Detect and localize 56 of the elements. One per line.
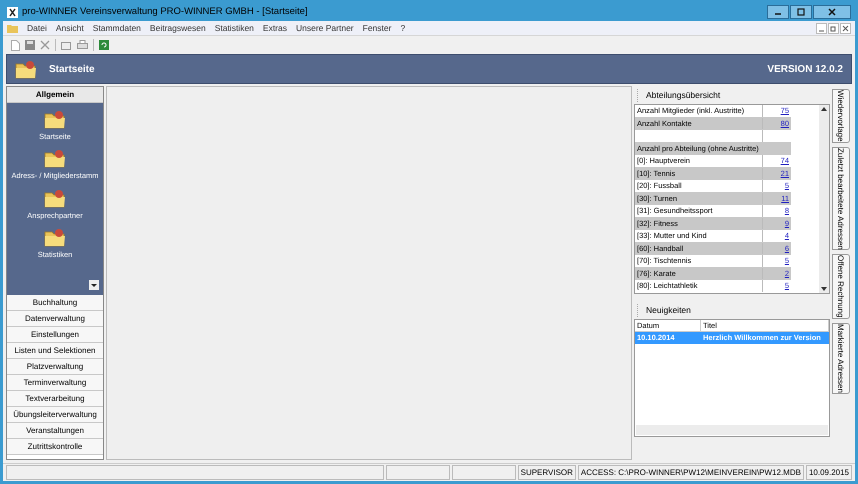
sidebar-section[interactable]: Zutrittskontrolle [7, 439, 103, 455]
side-tab[interactable]: Markierte Adressen [832, 323, 850, 394]
scrollbar[interactable] [819, 104, 829, 293]
minimize-icon[interactable] [816, 22, 827, 34]
status-panel [386, 465, 450, 480]
close-icon[interactable] [840, 22, 851, 34]
sidebar-section[interactable]: Platzverwaltung [7, 359, 103, 375]
sidebar-section[interactable]: Datenverwaltung [7, 311, 103, 327]
side-tab[interactable]: Zuletzt bearbeitete Adressen [832, 146, 850, 250]
version-label: VERSION 12.0.2 [767, 62, 843, 76]
page-title: Startseite [49, 62, 95, 76]
sidebar-section[interactable]: Buchhaltung [7, 295, 103, 311]
menu-item[interactable]: Extras [262, 22, 287, 34]
folder-icon [44, 109, 66, 129]
sidebar-section[interactable]: Textverarbeitung [7, 391, 103, 407]
status-panel [452, 465, 516, 480]
horizontal-scrollbar[interactable] [636, 424, 828, 434]
save-icon[interactable] [25, 40, 35, 50]
side-tab[interactable]: Offene Rechnung [832, 254, 850, 319]
folder-icon [15, 59, 37, 79]
sidebar-section[interactable]: Veranstaltungen [7, 423, 103, 439]
printer-icon[interactable] [77, 40, 88, 50]
sidebar-section[interactable]: Einstellungen [7, 327, 103, 343]
status-panel: ACCESS: C:\PRO-WINNER\PW12\MEINVEREIN\PW12.MDB [578, 465, 804, 480]
menu-item[interactable]: Datei [27, 22, 47, 34]
restore-icon[interactable] [828, 22, 839, 34]
close-icon [828, 8, 836, 16]
app-icon [7, 6, 18, 18]
folder-icon [44, 226, 66, 247]
sidebar-section[interactable]: Terminverwaltung [7, 375, 103, 391]
menu-item[interactable]: ? [400, 22, 406, 34]
maximize-button[interactable] [790, 5, 812, 19]
status-panel: SUPERVISOR [518, 465, 576, 480]
sidebar-section[interactable]: Übungsleiterverwaltung [7, 407, 103, 423]
section-title: Neuigkeiten [637, 304, 830, 316]
folder-icon [44, 148, 66, 168]
side-tab[interactable]: Wiedervorlage [832, 89, 850, 143]
menu-item[interactable]: Unsere Partner [296, 22, 354, 34]
scroll-down-icon[interactable] [821, 286, 827, 291]
section-title: Abteilungsübersicht [637, 89, 830, 102]
delete-icon[interactable] [40, 40, 50, 50]
maximize-icon [797, 8, 805, 16]
sidebar-section[interactable]: Listen und Selektionen [7, 343, 103, 359]
menu-item[interactable]: Beitragswesen [150, 22, 206, 34]
refresh-icon[interactable] [99, 40, 109, 50]
menu-item[interactable]: Ansicht [56, 22, 84, 34]
menu-item[interactable]: Fenster [362, 22, 392, 34]
close-button[interactable] [813, 5, 851, 19]
new-file-icon[interactable] [11, 40, 20, 50]
menu-item[interactable]: Statistiken [214, 22, 254, 34]
sidebar-section[interactable]: Allgemein [7, 87, 103, 103]
folder-icon [44, 188, 66, 208]
scroll-up-icon[interactable] [821, 106, 827, 111]
status-panel: 10.09.2015 [806, 465, 852, 480]
window-title: pro-WINNER Vereinsverwaltung PRO-WINNER GMBH - [Startseite] [22, 4, 308, 19]
menu-item[interactable]: Stammdaten [92, 22, 141, 34]
